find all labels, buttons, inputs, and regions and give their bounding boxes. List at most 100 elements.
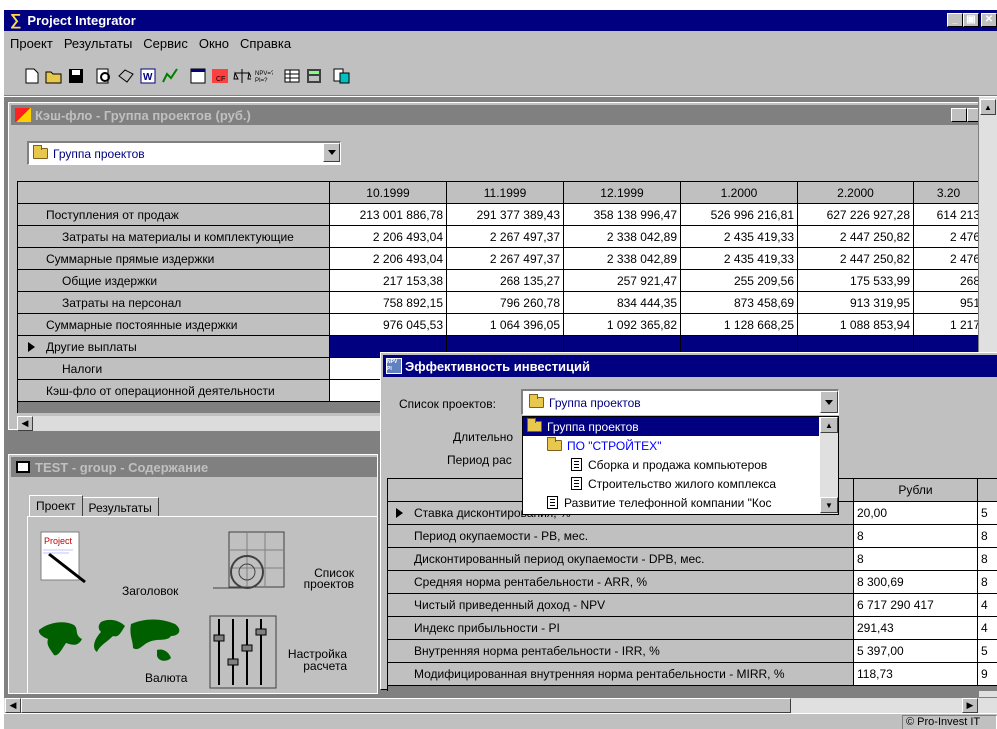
dropdown-item[interactable]: Развитие телефонной компании "Кос <box>523 493 819 512</box>
vscroll-up-button[interactable]: ▲ <box>980 99 996 115</box>
balance-icon[interactable] <box>232 66 252 85</box>
invest-extra-cell[interactable]: 9 <box>978 663 997 686</box>
invest-value-cell[interactable]: 118,73 <box>854 663 978 686</box>
grid-value-cell[interactable]: 257 921,47 <box>564 270 681 292</box>
project-list-icon[interactable] <box>209 530 299 600</box>
grid-row-label[interactable]: Другие выплаты <box>18 336 330 358</box>
table-icon[interactable] <box>282 66 302 85</box>
invest-extra-cell[interactable]: 8 <box>978 525 997 548</box>
grid-value-cell[interactable]: 2 435 419,33 <box>681 248 798 270</box>
grid-row-label[interactable]: Суммарные постоянные издержки <box>18 314 330 336</box>
title-page-icon[interactable]: Project <box>39 530 89 588</box>
grid-value-cell[interactable]: 2 267 497,37 <box>447 248 564 270</box>
grid-value-cell[interactable]: 2 206 493,04 <box>330 248 447 270</box>
grid-value-cell[interactable]: 2 447 250,82 <box>798 226 914 248</box>
grid-value-cell[interactable]: 175 533,99 <box>798 270 914 292</box>
grid-value-cell[interactable]: 268 <box>914 270 984 292</box>
group-selector-dropdown-button[interactable] <box>323 143 340 162</box>
invest-extra-cell[interactable]: 5 <box>978 640 997 663</box>
grid-value-cell[interactable]: 1 217 <box>914 314 984 336</box>
invest-extra-cell[interactable]: 8 <box>978 548 997 571</box>
tab-project[interactable]: Проект <box>29 495 83 517</box>
grid-value-cell[interactable]: 268 135,27 <box>447 270 564 292</box>
invest-value-cell[interactable]: 20,00 <box>854 502 978 525</box>
invest-value-cell[interactable]: 5 397,00 <box>854 640 978 663</box>
chart-icon[interactable] <box>160 66 180 85</box>
invest-row-label[interactable]: Модифицированная внутренняя норма рентаб… <box>388 663 854 686</box>
grid-row-label[interactable]: Налоги <box>18 358 330 380</box>
invest-row-label[interactable]: Внутренняя норма рентабельности - IRR, % <box>388 640 854 663</box>
save-icon[interactable] <box>66 66 86 85</box>
invest-value-cell[interactable]: 291,43 <box>854 617 978 640</box>
invest-extra-cell[interactable]: 4 <box>978 594 997 617</box>
mdi-scroll-right-button[interactable]: ▶ <box>962 698 978 713</box>
calc-settings-icon[interactable] <box>209 615 279 690</box>
invest-row-label[interactable]: Чистый приведенный доход - NPV <box>388 594 854 617</box>
grid-value-cell[interactable]: 873 458,69 <box>681 292 798 314</box>
menu-project[interactable]: Проект <box>10 36 53 51</box>
grid-row-label[interactable]: Общие издержки <box>18 270 330 292</box>
grid-value-cell[interactable]: 2 267 497,37 <box>447 226 564 248</box>
grid-value-cell[interactable]: 2 476 <box>914 248 984 270</box>
grid-value-cell[interactable]: 1 128 668,25 <box>681 314 798 336</box>
grid-value-cell[interactable]: 614 213 <box>914 204 984 226</box>
dropdown-item[interactable]: Строительство жилого комплекса <box>523 474 819 493</box>
invest-extra-cell[interactable]: 8 <box>978 571 997 594</box>
grid-row-label[interactable]: Затраты на персонал <box>18 292 330 314</box>
grid-value-cell[interactable]: 976 045,53 <box>330 314 447 336</box>
grid-value-cell[interactable]: 291 377 389,43 <box>447 204 564 226</box>
grid-value-cell[interactable]: 255 209,56 <box>681 270 798 292</box>
grid-value-cell[interactable]: 951 <box>914 292 984 314</box>
grid-value-cell[interactable]: 526 996 216,81 <box>681 204 798 226</box>
mdi-scroll-left-button[interactable]: ◀ <box>5 698 21 713</box>
currency-map-icon[interactable] <box>31 610 201 670</box>
invest-extra-cell[interactable]: 4 <box>978 617 997 640</box>
menu-service[interactable]: Сервис <box>143 36 188 51</box>
print-icon[interactable] <box>116 66 136 85</box>
mdi-hscroll[interactable]: ◀ ▶ <box>4 697 997 713</box>
grid-value-cell[interactable]: 213 001 886,78 <box>330 204 447 226</box>
tab-results[interactable]: Результаты <box>82 497 159 517</box>
mdi-scroll-thumb[interactable] <box>21 698 791 713</box>
grid-value-cell[interactable]: 2 447 250,82 <box>798 248 914 270</box>
dropdown-item[interactable]: Сборка и продажа компьютеров <box>523 455 819 474</box>
grid-row-label[interactable]: Затраты на материалы и комплектующие <box>18 226 330 248</box>
grid-value-cell[interactable]: 2 435 419,33 <box>681 226 798 248</box>
invest-row-label[interactable]: Средняя норма рентабельности - ARR, % <box>388 571 854 594</box>
app-close-button[interactable]: ✕ <box>981 13 997 27</box>
invest-extra-cell[interactable]: 5 <box>978 502 997 525</box>
grid-value-cell[interactable]: 913 319,95 <box>798 292 914 314</box>
dropdown-scroll-down[interactable]: ▼ <box>820 497 838 513</box>
grid-value-cell[interactable]: 627 226 927,28 <box>798 204 914 226</box>
invest-value-cell[interactable]: 8 <box>854 548 978 571</box>
row-expand-arrow-icon[interactable] <box>28 342 35 352</box>
group-selector[interactable]: Группа проектов <box>27 141 341 165</box>
grid-row-label[interactable]: Кэш-фло от операционной деятельности <box>18 380 330 402</box>
menu-results[interactable]: Результаты <box>64 36 132 51</box>
dropdown-vscroll[interactable]: ▲ ▼ <box>820 417 838 514</box>
invest-value-cell[interactable]: 8 <box>854 525 978 548</box>
invest-value-cell[interactable]: 6 717 290 417 <box>854 594 978 617</box>
app-maximize-button[interactable]: ▣ <box>963 13 979 27</box>
invest-row-label[interactable]: Индекс прибыльности - PI <box>388 617 854 640</box>
window-icon[interactable] <box>188 66 208 85</box>
scroll-left-button[interactable]: ◀ <box>17 416 33 431</box>
grid-value-cell[interactable]: 1 088 853,94 <box>798 314 914 336</box>
grid-value-cell[interactable]: 2 338 042,89 <box>564 248 681 270</box>
grid-value-cell[interactable]: 1 064 396,05 <box>447 314 564 336</box>
open-icon[interactable] <box>44 66 64 85</box>
print-preview-icon[interactable] <box>94 66 114 85</box>
grid-row-label[interactable]: Суммарные прямые издержки <box>18 248 330 270</box>
npv-icon[interactable]: NPV=? PI=? <box>254 66 274 85</box>
menu-help[interactable]: Справка <box>240 36 291 51</box>
app-minimize-button[interactable]: _ <box>947 13 963 27</box>
word-icon[interactable]: W <box>138 66 158 85</box>
grid-value-cell[interactable]: 2 206 493,04 <box>330 226 447 248</box>
grid-value-cell[interactable]: 2 338 042,89 <box>564 226 681 248</box>
grid-value-cell[interactable]: 358 138 996,47 <box>564 204 681 226</box>
cashflow-minimize-button[interactable]: _ <box>951 108 967 122</box>
invest-select-dropdown-button[interactable] <box>820 391 838 413</box>
invest-value-cell[interactable]: 8 300,69 <box>854 571 978 594</box>
invest-project-select[interactable]: Группа проектов <box>521 389 839 415</box>
new-icon[interactable] <box>22 66 42 85</box>
